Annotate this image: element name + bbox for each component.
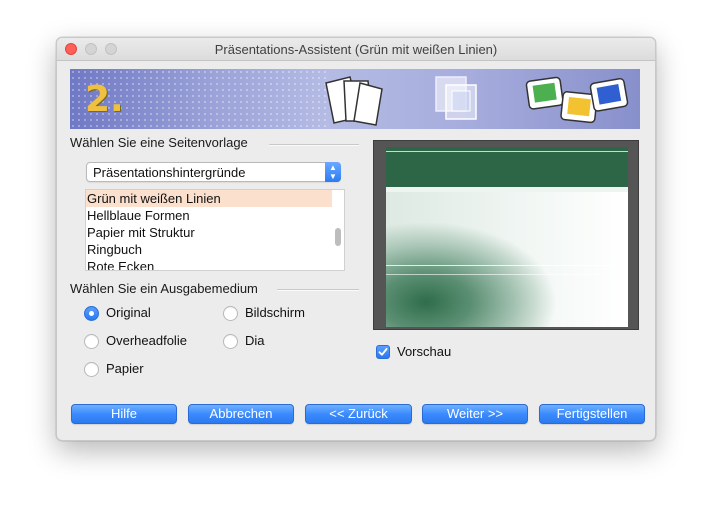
wizard-banner: 2. [70,69,640,129]
template-separator [269,144,359,146]
preview-slide [386,147,628,327]
medium-separator [277,289,359,291]
wizard-window: Präsentations-Assistent (Grün mit weißen… [56,37,656,441]
pages-icon [325,76,383,126]
template-section-label: Wählen Sie eine Seitenvorlage [70,135,248,150]
preview-white-line [386,274,628,275]
preview-checkbox[interactable] [376,345,390,359]
checkmark-icon [378,348,388,356]
category-popup[interactable]: Präsentationshintergründe ▲ ▼ [86,162,341,182]
finish-button[interactable]: Fertigstellen [539,404,645,424]
radio-dia[interactable] [223,334,238,349]
step-number: 2. [85,79,124,120]
list-item[interactable]: Ringbuch [86,241,332,258]
radio-overheadfolie[interactable] [84,334,99,349]
list-item[interactable]: Hellblaue Formen [86,207,332,224]
slides-icon [525,76,629,124]
preview-white-line [386,265,628,266]
radio-papier[interactable] [84,362,99,377]
preview-header-line [386,151,628,152]
cancel-button[interactable]: Abbrechen [188,404,294,424]
preview-header-band [386,147,628,187]
radio-original-label[interactable]: Original [106,305,151,320]
back-button[interactable]: << Zurück [305,404,412,424]
scrollbar-thumb[interactable] [335,228,341,246]
list-scrollbar[interactable] [334,192,342,268]
next-button[interactable]: Weiter >> [422,404,528,424]
popup-chevron-icon: ▲ ▼ [325,162,341,182]
window-title: Präsentations-Assistent (Grün mit weißen… [214,42,498,57]
radio-original[interactable] [84,306,99,321]
radio-overheadfolie-label[interactable]: Overheadfolie [106,333,187,348]
preview-checkbox-label[interactable]: Vorschau [397,344,451,359]
list-item[interactable]: Grün mit weißen Linien [86,190,332,207]
medium-section-label: Wählen Sie ein Ausgabemedium [70,281,258,296]
category-selected-value: Präsentationshintergründe [93,165,246,180]
list-item[interactable]: Papier mit Struktur [86,224,332,241]
radio-bildschirm[interactable] [223,306,238,321]
radio-dia-label[interactable]: Dia [245,333,265,348]
template-list[interactable]: Grün mit weißen Linien Hellblaue Formen … [85,189,345,271]
radio-bildschirm-label[interactable]: Bildschirm [245,305,305,320]
preview-pane [373,140,639,330]
preview-gradient-body [386,192,628,327]
help-button[interactable]: Hilfe [71,404,177,424]
title-bar[interactable]: Präsentations-Assistent (Grün mit weißen… [57,38,655,61]
transparencies-icon [435,76,477,120]
radio-papier-label[interactable]: Papier [106,361,144,376]
list-item[interactable]: Rote Ecken [86,258,332,270]
